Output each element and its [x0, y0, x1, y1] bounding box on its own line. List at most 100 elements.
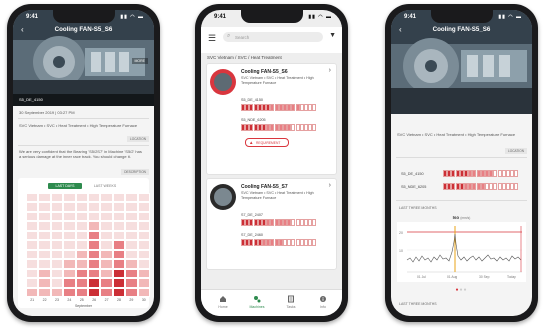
heatmap-cell[interactable]	[50, 211, 64, 222]
breadcrumb[interactable]: SVC Vietnam / SVC / Heat Treatment	[207, 55, 282, 60]
heatmap-cell[interactable]	[38, 230, 51, 241]
heatmap-cell[interactable]	[26, 249, 39, 260]
nav-info[interactable]: Info	[309, 295, 337, 309]
heatmap-cell[interactable]	[137, 268, 150, 279]
heatmap-cell[interactable]	[88, 202, 101, 212]
heatmap-cell[interactable]	[75, 287, 88, 297]
heatmap-cell[interactable]	[63, 249, 76, 260]
heatmap-cell[interactable]	[112, 193, 126, 203]
chevron-right-icon[interactable]: ›	[329, 67, 331, 74]
description-button[interactable]: DESCRIPTION	[121, 169, 149, 175]
heatmap-cell[interactable]	[63, 211, 76, 222]
heatmap-cell[interactable]	[38, 211, 51, 222]
heatmap-cell[interactable]	[100, 249, 113, 260]
heatmap-cell[interactable]	[137, 211, 150, 222]
heatmap-cell[interactable]	[26, 202, 39, 212]
heatmap-cell[interactable]	[38, 249, 51, 260]
heatmap-cell[interactable]	[100, 287, 113, 297]
heatmap-cell[interactable]	[26, 221, 39, 231]
heatmap-cell[interactable]	[100, 278, 113, 288]
search-input[interactable]: ⌕ Search	[223, 32, 323, 42]
back-icon[interactable]: ‹	[21, 22, 24, 38]
heatmap-cell[interactable]	[112, 230, 126, 241]
heatmap-cell[interactable]	[137, 278, 150, 288]
heatmap-cell[interactable]	[38, 202, 51, 212]
heatmap-cell[interactable]	[75, 268, 88, 279]
heatmap-cell[interactable]	[38, 278, 51, 288]
more-button[interactable]: MORE	[131, 58, 148, 64]
heatmap-cell[interactable]	[26, 211, 39, 222]
heatmap-cell[interactable]	[112, 259, 126, 269]
heatmap-cell[interactable]	[75, 211, 88, 222]
heatmap-cell[interactable]	[112, 249, 126, 260]
heatmap-cell[interactable]	[137, 221, 150, 231]
heatmap-cell[interactable]	[63, 278, 76, 288]
heatmap-cell[interactable]	[63, 193, 76, 203]
heatmap-cell[interactable]	[137, 193, 150, 203]
heatmap-cell[interactable]	[38, 193, 51, 203]
heatmap-cell[interactable]	[50, 193, 64, 203]
heatmap-cell[interactable]	[26, 259, 39, 269]
menu-icon[interactable]: ☰	[208, 34, 216, 43]
heatmap-cell[interactable]	[125, 240, 138, 250]
heatmap-cell[interactable]	[88, 193, 101, 203]
heatmap-cell[interactable]	[63, 230, 76, 241]
heatmap-cell[interactable]	[38, 287, 51, 297]
heatmap-cell[interactable]	[88, 211, 101, 222]
heatmap-cell[interactable]	[112, 221, 126, 231]
heatmap-cell[interactable]	[125, 287, 138, 297]
heatmap-cell[interactable]	[38, 268, 51, 279]
heatmap-cell[interactable]	[75, 193, 88, 203]
heatmap-cell[interactable]	[112, 287, 126, 297]
heatmap-cell[interactable]	[75, 259, 88, 269]
heatmap-cell[interactable]	[112, 202, 126, 212]
heatmap-cell[interactable]	[88, 287, 101, 297]
heatmap-cell[interactable]	[88, 221, 101, 231]
heatmap-cell[interactable]	[100, 211, 113, 222]
heatmap-cell[interactable]	[63, 259, 76, 269]
heatmap-cell[interactable]	[26, 268, 39, 279]
heatmap-cell[interactable]	[75, 278, 88, 288]
heatmap-cell[interactable]	[137, 259, 150, 269]
heatmap-cell[interactable]	[75, 221, 88, 231]
heatmap-cell[interactable]	[125, 193, 138, 203]
machine-card[interactable]: Cooling FAN-S5_S7 › SVC Vietnam • SVC • …	[206, 178, 337, 270]
back-icon[interactable]: ‹	[399, 22, 402, 38]
heatmap-cell[interactable]	[112, 268, 126, 279]
filter-icon[interactable]: ▼	[329, 32, 336, 39]
heatmap-cell[interactable]	[26, 287, 39, 297]
heatmap-cell[interactable]	[137, 287, 150, 297]
heatmap-cell[interactable]	[88, 268, 101, 279]
heatmap-cell[interactable]	[100, 202, 113, 212]
heatmap-cell[interactable]	[137, 240, 150, 250]
heatmap-cell[interactable]	[125, 278, 138, 288]
heatmap-cell[interactable]	[50, 268, 64, 279]
heatmap-cell[interactable]	[125, 221, 138, 231]
heatmap-cell[interactable]	[38, 240, 51, 250]
heatmap-cell[interactable]	[125, 259, 138, 269]
heatmap-cell[interactable]	[125, 249, 138, 260]
heatmap-cell[interactable]	[88, 259, 101, 269]
heatmap-cell[interactable]	[88, 240, 101, 250]
heatmap-cell[interactable]	[50, 230, 64, 241]
location-button[interactable]: LOCATION	[126, 136, 149, 142]
heatmap-cell[interactable]	[63, 287, 76, 297]
heatmap-cell[interactable]	[125, 268, 138, 279]
heatmap-cell[interactable]	[26, 240, 39, 250]
heatmap-cell[interactable]	[63, 240, 76, 250]
nav-home[interactable]: Home	[209, 295, 237, 309]
machine-card[interactable]: Cooling FAN-S5_S6 › SVC Vietnam • SVC • …	[206, 63, 337, 175]
chevron-right-icon[interactable]: ›	[329, 182, 331, 189]
heatmap-cell[interactable]	[100, 240, 113, 250]
page-indicator[interactable]: ●●●	[391, 287, 532, 293]
heatmap-cell[interactable]	[88, 278, 101, 288]
heatmap-cell[interactable]	[88, 249, 101, 260]
heatmap-cell[interactable]	[26, 193, 39, 203]
tab-last-weeks[interactable]: LAST WEEKS	[88, 183, 122, 189]
tab-last-days[interactable]: LAST DAYS	[48, 183, 82, 189]
heatmap-cell[interactable]	[112, 240, 126, 250]
nav-machines[interactable]: Machines	[243, 295, 271, 309]
heatmap-cell[interactable]	[75, 230, 88, 241]
nav-tasks[interactable]: Tasks	[277, 295, 305, 309]
heatmap-cell[interactable]	[63, 221, 76, 231]
